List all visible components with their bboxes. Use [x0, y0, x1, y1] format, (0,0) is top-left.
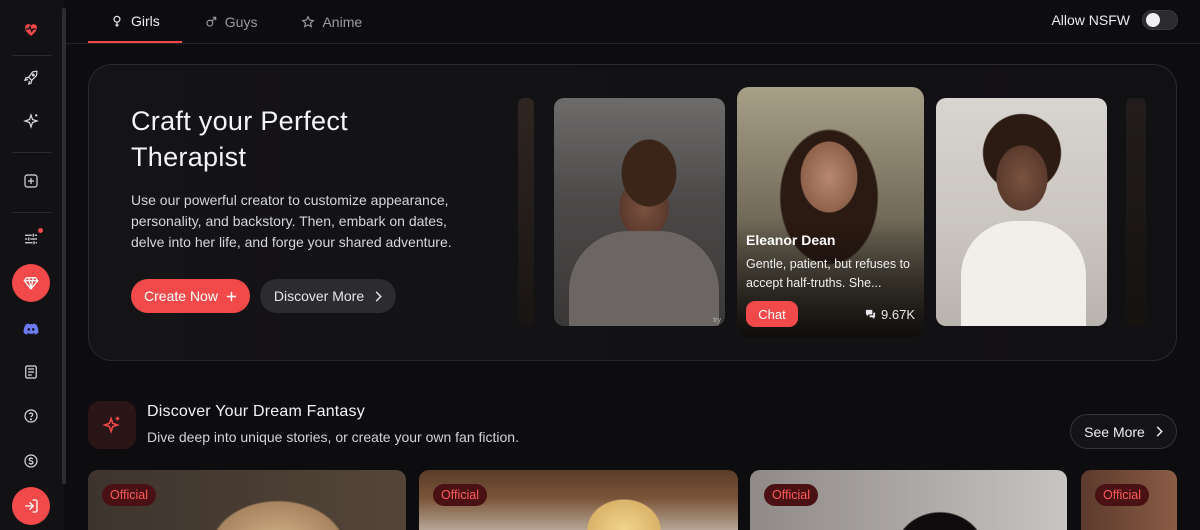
heart-pulse-logo-icon[interactable]	[14, 12, 48, 46]
character-image	[961, 221, 1086, 326]
sparkles-icon[interactable]	[14, 104, 48, 138]
tab-guys[interactable]: Guys	[182, 0, 280, 43]
character-card[interactable]: try	[936, 98, 1107, 326]
hero-title: Craft your Perfect Therapist	[131, 106, 348, 172]
story-card[interactable]: Official	[1081, 470, 1177, 530]
character-card-edge[interactable]	[1126, 98, 1146, 326]
help-circle-icon[interactable]	[14, 399, 48, 433]
character-card[interactable]: try	[554, 98, 725, 326]
discord-icon[interactable]	[14, 312, 48, 346]
sidebar-scrollbar[interactable]	[62, 8, 66, 484]
official-badge: Official	[102, 484, 156, 506]
category-tabs: Girls Guys Anime	[88, 0, 384, 44]
discover-more-button[interactable]: Discover More	[260, 279, 396, 313]
header-divider	[66, 43, 1200, 44]
tab-label: Girls	[131, 12, 160, 29]
message-count: 9.67K	[865, 307, 915, 322]
story-card[interactable]: Official	[750, 470, 1067, 530]
see-more-button[interactable]: See More	[1070, 414, 1177, 449]
notification-dot	[38, 228, 43, 233]
chevron-right-icon	[375, 290, 382, 302]
section-title: Discover Your Dream Fantasy	[147, 403, 365, 420]
rocket-icon[interactable]	[14, 61, 48, 95]
story-card[interactable]: Official	[88, 470, 406, 530]
sidebar-divider	[12, 212, 52, 213]
dollar-circle-icon[interactable]	[14, 444, 48, 478]
chat-button[interactable]: Chat	[746, 301, 798, 327]
tab-anime[interactable]: Anime	[279, 0, 384, 43]
login-icon[interactable]	[12, 487, 50, 525]
tab-label: Anime	[322, 13, 363, 30]
featured-character-card[interactable]: Eleanor Dean Gentle, patient, but refuse…	[737, 87, 924, 338]
chevron-right-icon	[1156, 426, 1163, 437]
hero-description: Use our powerful creator to customize ap…	[131, 192, 452, 250]
nsfw-label: Allow NSFW	[1051, 12, 1130, 28]
plus-icon	[226, 291, 237, 301]
add-square-icon[interactable]	[14, 164, 48, 198]
chat-bubbles-icon	[865, 309, 876, 320]
see-more-label: See More	[1084, 423, 1145, 440]
male-icon	[206, 16, 217, 27]
sidebar-divider	[12, 152, 52, 153]
nsfw-toggle[interactable]	[1142, 10, 1178, 30]
card-tag: try	[713, 317, 721, 324]
tab-label: Guys	[224, 13, 258, 30]
create-now-label: Create Now	[144, 288, 218, 304]
official-badge: Official	[764, 484, 818, 506]
diamond-premium-icon[interactable]	[12, 264, 50, 302]
section-subtitle: Dive deep into unique stories, or create…	[147, 429, 519, 445]
story-card[interactable]: Official	[419, 470, 738, 530]
official-badge: Official	[1095, 484, 1149, 506]
character-image	[569, 231, 719, 326]
create-now-button[interactable]: Create Now	[131, 279, 250, 313]
female-icon	[113, 15, 121, 27]
newspaper-icon[interactable]	[14, 355, 48, 389]
star-icon	[301, 14, 316, 28]
character-description: Gentle, patient, but refuses to accept h…	[746, 257, 910, 290]
tab-girls[interactable]: Girls	[88, 0, 182, 43]
character-name: Eleanor Dean	[746, 232, 836, 248]
character-card-edge[interactable]	[518, 98, 534, 326]
sidebar	[0, 0, 64, 530]
official-badge: Official	[433, 484, 487, 506]
sliders-icon[interactable]	[14, 222, 48, 256]
card-tag: try	[1095, 317, 1103, 324]
message-count-value: 9.67K	[881, 307, 915, 322]
nsfw-toggle-group: Allow NSFW	[1051, 10, 1178, 30]
hero-banner: Craft your Perfect Therapist Use our pow…	[88, 64, 1177, 361]
section-sparkle-icon	[88, 401, 136, 449]
discover-more-label: Discover More	[273, 288, 365, 304]
sidebar-divider	[12, 55, 52, 56]
